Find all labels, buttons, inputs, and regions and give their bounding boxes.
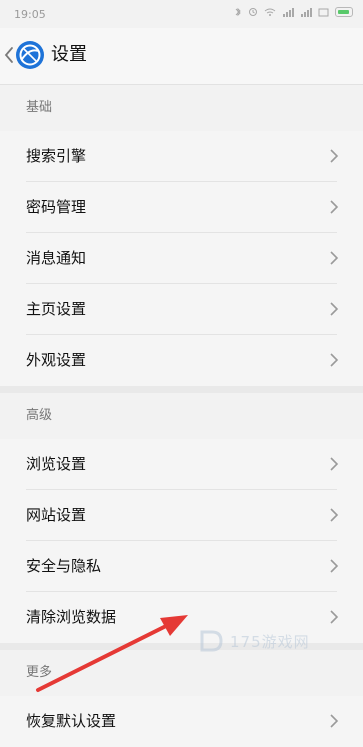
battery-icon — [335, 7, 353, 17]
settings-item-security-privacy[interactable]: 安全与隐私 — [0, 541, 363, 592]
settings-item-homepage[interactable]: 主页设置 — [0, 284, 363, 335]
status-time: 19:05 — [14, 8, 46, 21]
watermark: 175游戏网 — [198, 627, 310, 655]
back-button[interactable] — [2, 44, 16, 66]
settings-item-site[interactable]: 网站设置 — [0, 490, 363, 541]
signal-icon — [301, 8, 312, 17]
settings-item-password-manager[interactable]: 密码管理 — [0, 182, 363, 233]
chevron-right-icon — [330, 457, 339, 471]
signal-icon — [283, 8, 294, 17]
settings-item-label: 清除浏览数据 — [26, 608, 117, 626]
settings-item-label: 浏览设置 — [26, 455, 87, 473]
chevron-left-icon — [4, 47, 13, 63]
section-title: 基础 — [0, 85, 363, 131]
app-logo-icon — [16, 41, 44, 69]
page-title: 设置 — [51, 44, 87, 65]
settings-item-label: 外观设置 — [26, 351, 87, 369]
status-bar: 19:05 — [0, 0, 363, 28]
chevron-right-icon — [330, 302, 339, 316]
settings-item-label: 密码管理 — [26, 198, 87, 216]
chevron-right-icon — [330, 559, 339, 573]
bluetooth-icon — [235, 7, 241, 17]
settings-item-browsing[interactable]: 浏览设置 — [0, 439, 363, 490]
chevron-right-icon — [330, 508, 339, 522]
status-icons — [234, 7, 353, 17]
chevron-right-icon — [330, 251, 339, 265]
settings-item-appearance[interactable]: 外观设置 — [0, 335, 363, 386]
header: 设置 — [0, 28, 363, 85]
settings-item-search-engine[interactable]: 搜索引擎 — [0, 131, 363, 182]
network-icon — [318, 8, 329, 17]
section-divider — [0, 386, 363, 393]
chevron-right-icon — [330, 149, 339, 163]
watermark-text: 175游戏网 — [230, 632, 310, 651]
settings-item-label: 恢复默认设置 — [26, 712, 117, 730]
settings-item-label: 安全与隐私 — [26, 557, 102, 575]
chevron-right-icon — [330, 610, 339, 624]
settings-item-label: 消息通知 — [26, 249, 87, 267]
watermark-logo-icon — [200, 630, 223, 652]
chevron-right-icon — [330, 714, 339, 728]
settings-item-notifications[interactable]: 消息通知 — [0, 233, 363, 284]
chevron-right-icon — [330, 353, 339, 367]
settings-item-restore-defaults[interactable]: 恢复默认设置 — [0, 696, 363, 747]
chevron-right-icon — [330, 200, 339, 214]
section-title: 更多 — [0, 650, 363, 696]
settings-item-label: 搜索引擎 — [26, 147, 87, 165]
alarm-icon — [249, 8, 257, 16]
wifi-icon — [264, 8, 276, 16]
section-title: 高级 — [0, 393, 363, 439]
settings-item-label: 主页设置 — [26, 300, 87, 318]
settings-item-label: 网站设置 — [26, 506, 87, 524]
